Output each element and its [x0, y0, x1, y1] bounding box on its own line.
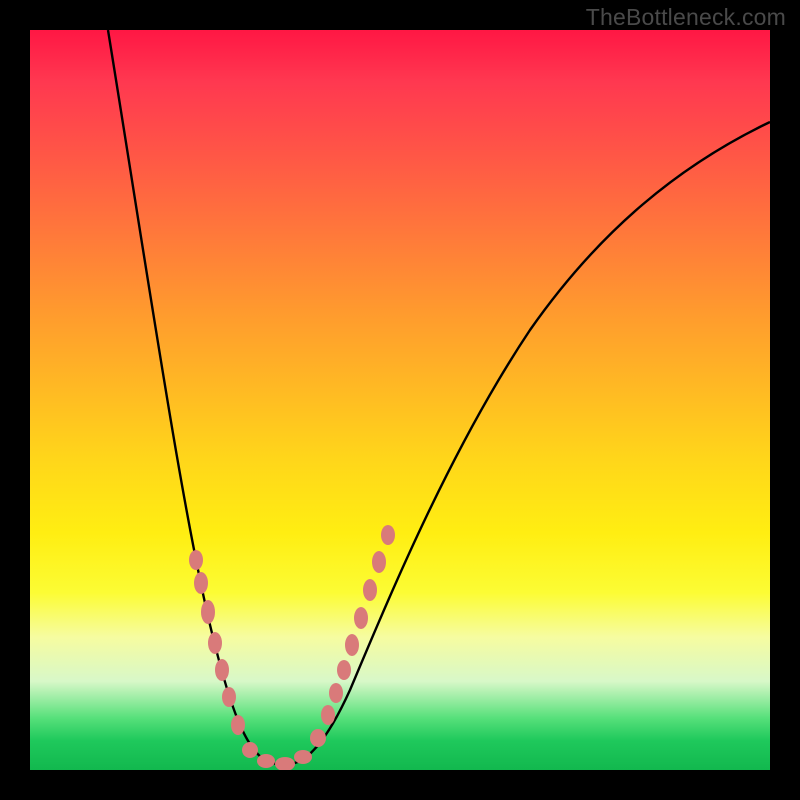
- data-marker: [321, 705, 335, 725]
- data-marker: [257, 754, 275, 768]
- data-marker: [329, 683, 343, 703]
- curve-left-branch: [108, 30, 288, 764]
- bottleneck-curve: [30, 30, 770, 770]
- data-marker: [194, 572, 208, 594]
- data-marker: [208, 632, 222, 654]
- chart-frame: TheBottleneck.com: [0, 0, 800, 800]
- data-marker: [215, 659, 229, 681]
- data-marker: [310, 729, 326, 747]
- data-marker: [372, 551, 386, 573]
- data-marker: [381, 525, 395, 545]
- data-marker: [275, 757, 295, 770]
- data-marker: [242, 742, 258, 758]
- data-marker: [294, 750, 312, 764]
- data-marker: [354, 607, 368, 629]
- data-marker: [231, 715, 245, 735]
- data-markers: [189, 525, 395, 770]
- plot-area: [30, 30, 770, 770]
- data-marker: [337, 660, 351, 680]
- watermark-text: TheBottleneck.com: [586, 4, 786, 31]
- data-marker: [222, 687, 236, 707]
- curve-right-branch: [288, 122, 770, 764]
- data-marker: [201, 600, 215, 624]
- data-marker: [345, 634, 359, 656]
- data-marker: [189, 550, 203, 570]
- data-marker: [363, 579, 377, 601]
